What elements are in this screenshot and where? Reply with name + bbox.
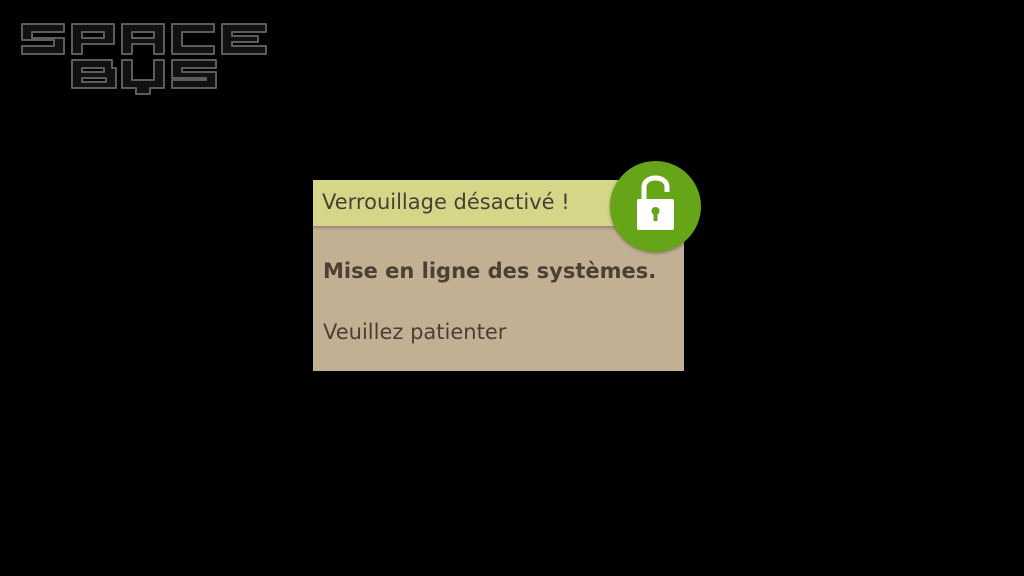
unlocked-padlock-icon xyxy=(637,175,674,230)
dialog-title: Verrouillage désactivé ! xyxy=(322,190,570,214)
dialog-wait-text: Veuillez patienter xyxy=(323,320,507,344)
dialog-message: Mise en ligne des systèmes. xyxy=(323,259,657,283)
unlock-badge xyxy=(610,161,701,252)
game-logo xyxy=(18,16,274,98)
